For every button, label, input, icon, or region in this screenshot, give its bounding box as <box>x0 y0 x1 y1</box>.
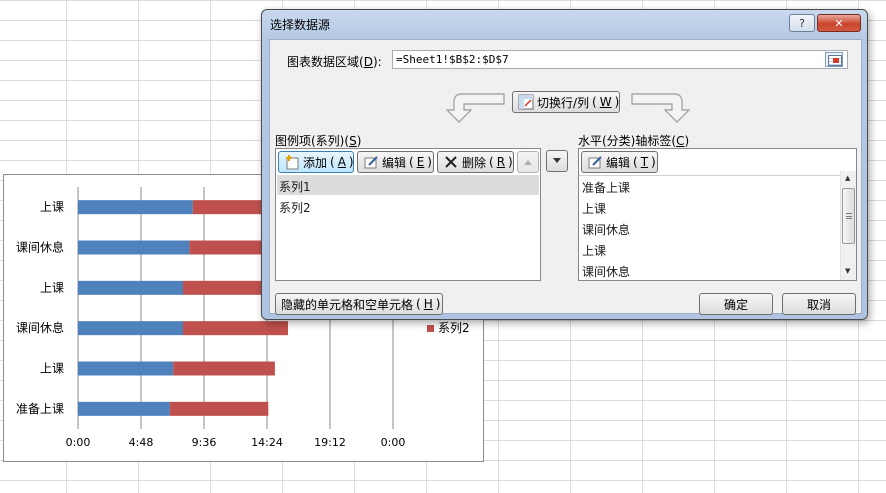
right-curved-arrow-icon <box>631 93 691 123</box>
delete-series-button[interactable]: 删除(R) <box>437 151 514 173</box>
series-panel: 添加(A) 编辑(E) 删除(R) 系列1 系列2 <box>275 148 541 281</box>
axis-labels-header: 水平(分类)轴标签(C) <box>578 134 690 148</box>
edit-axis-labels-key: T <box>640 155 649 169</box>
arrow-down-icon <box>552 154 562 168</box>
series-list-item[interactable]: 系列2 <box>279 199 311 216</box>
delete-series-label: 删除 <box>462 155 487 170</box>
bar <box>78 361 174 376</box>
series-header-text: 图例项(系列) <box>275 134 345 148</box>
axis-labels-header-text: 水平(分类)轴标签 <box>578 134 672 148</box>
close-button[interactable]: ✕ <box>817 14 861 32</box>
x-tick-label: 14:24 <box>251 436 283 449</box>
help-icon: ? <box>799 16 805 30</box>
left-curved-arrow-icon <box>445 93 505 123</box>
ok-button[interactable]: 确定 <box>699 293 773 315</box>
axis-list-item[interactable]: 准备上课 <box>582 179 630 196</box>
axis-list-item[interactable]: 课间休息 <box>582 263 630 280</box>
bar <box>78 240 190 255</box>
x-tick-label: 19:12 <box>314 436 346 449</box>
axis-list-item[interactable]: 上课 <box>582 242 606 259</box>
series-header: 图例项(系列)(S) <box>275 134 362 148</box>
axis-list-item[interactable]: 上课 <box>582 200 606 217</box>
bar <box>169 401 269 416</box>
scroll-grip-icon <box>846 213 852 219</box>
close-icon: ✕ <box>834 16 844 30</box>
bar <box>78 321 183 336</box>
edit-series-button[interactable]: 编辑(E) <box>357 151 434 173</box>
category-label: 准备上课 <box>16 402 64 416</box>
cancel-label: 取消 <box>806 297 831 312</box>
data-range-input[interactable]: =Sheet1!$B$2:$D$7 <box>392 50 848 69</box>
bar <box>78 401 170 416</box>
x-tick-label: 0:00 <box>66 436 91 449</box>
scroll-down-icon[interactable]: ▼ <box>845 267 850 275</box>
x-tick-label: 9:36 <box>192 436 217 449</box>
switch-row-column-label: 切换行/列 <box>537 95 590 110</box>
data-range-label: 图表数据区域(D): <box>287 55 382 69</box>
scroll-thumb[interactable] <box>842 188 855 244</box>
dialog-body: 图表数据区域(D): =Sheet1!$B$2:$D$7 切换行/列(W) 图例… <box>269 39 862 315</box>
dialog-title: 选择数据源 <box>270 18 331 32</box>
add-series-key: A <box>337 155 346 169</box>
data-range-label-key: D <box>363 55 373 69</box>
selected-row-highlight <box>277 175 539 195</box>
edit-axis-labels-label: 编辑 <box>606 155 631 170</box>
category-label: 课间休息 <box>16 320 64 335</box>
move-down-button[interactable] <box>546 150 568 172</box>
scroll-up-icon[interactable]: ▲ <box>845 174 850 182</box>
delete-series-key: R <box>496 155 506 169</box>
edit-axis-labels-button[interactable]: 编辑(T) <box>581 151 658 173</box>
delete-icon <box>443 154 459 170</box>
category-label: 上课 <box>40 362 64 376</box>
bar <box>78 200 193 215</box>
category-label: 上课 <box>40 200 64 214</box>
edit-series-label: 编辑 <box>382 155 407 170</box>
hidden-empty-cells-key: H <box>423 297 433 311</box>
axis-labels-header-key: C <box>676 134 685 148</box>
series-list-item[interactable]: 系列1 <box>279 178 311 195</box>
select-data-source-dialog: 选择数据源 ? ✕ 图表数据区域(D): =Sheet1!$B$2:$D$7 切… <box>261 9 868 320</box>
legend-swatch <box>427 325 434 332</box>
arrow-up-icon <box>523 155 533 169</box>
edit-series-key: E <box>416 155 425 169</box>
hidden-empty-cells-label: 隐藏的单元格和空单元格 <box>281 297 414 312</box>
add-series-label: 添加 <box>303 155 328 170</box>
x-tick-label: 4:48 <box>129 436 154 449</box>
ok-label: 确定 <box>723 297 748 312</box>
divider <box>579 175 856 176</box>
collapse-dialog-icon[interactable] <box>825 52 843 67</box>
vertical-scrollbar[interactable]: ▲ ▼ <box>840 171 856 280</box>
bar <box>173 361 275 376</box>
cancel-button[interactable]: 取消 <box>782 293 856 315</box>
axis-list-item[interactable]: 课间休息 <box>582 221 630 238</box>
bar <box>182 321 288 336</box>
axis-labels-panel: 编辑(T) 准备上课 上课 课间休息 上课 课间休息 ▲ ▼ <box>578 148 857 281</box>
legend-label: 系列2 <box>438 321 470 335</box>
x-tick-label: 0:00 <box>381 436 406 449</box>
add-series-button[interactable]: 添加(A) <box>278 151 354 173</box>
move-up-button[interactable] <box>517 151 539 173</box>
add-icon <box>284 154 300 170</box>
edit-icon <box>587 154 603 170</box>
hidden-empty-cells-button[interactable]: 隐藏的单元格和空单元格(H) <box>275 293 443 315</box>
switch-row-column-icon <box>518 94 534 110</box>
help-button[interactable]: ? <box>789 14 815 32</box>
category-label: 上课 <box>40 281 64 295</box>
edit-icon <box>363 154 379 170</box>
switch-row-column-key: W <box>599 95 612 109</box>
data-range-label-text: 图表数据区域 <box>287 55 360 69</box>
category-label: 课间休息 <box>16 240 64 255</box>
switch-row-column-button[interactable]: 切换行/列(W) <box>512 91 620 113</box>
series-header-key: S <box>349 134 357 148</box>
bar <box>78 280 183 295</box>
